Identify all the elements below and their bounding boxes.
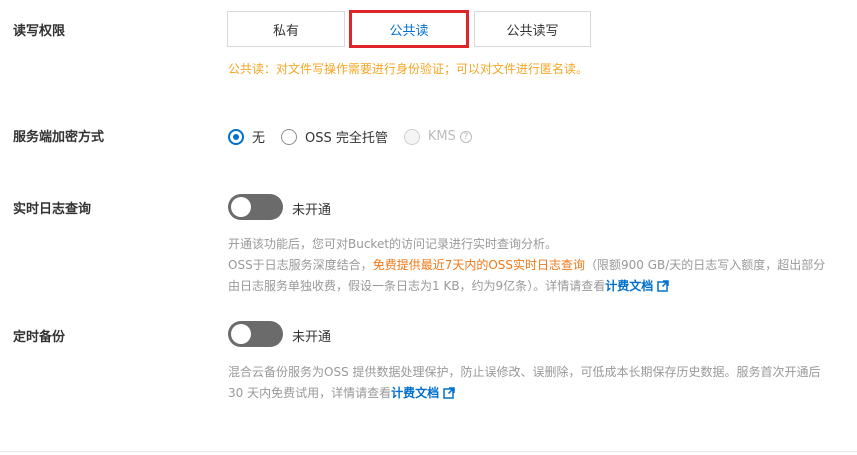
encryption-option-oss-label: OSS 完全托管 bbox=[305, 131, 388, 146]
encryption-option-kms: KMS ? bbox=[403, 128, 472, 145]
encryption-option-kms-label: KMS bbox=[427, 129, 456, 144]
section-divider bbox=[0, 451, 857, 452]
backup-description: 混合云备份服务为OSS 提供数据处理保护，防止误修改、误删除，可低成本长期保存历… bbox=[228, 362, 833, 404]
encryption-option-none[interactable]: 无 bbox=[228, 127, 265, 146]
acl-label: 读写权限 bbox=[13, 24, 66, 39]
switch-knob bbox=[231, 324, 251, 344]
realtime-log-description: 开通该功能后，您可对Bucket的访问记录进行实时查询分析。 OSS于日志服务深… bbox=[228, 234, 833, 297]
acl-public-read-button[interactable]: 公共读 bbox=[349, 10, 469, 48]
external-link-icon[interactable] bbox=[657, 280, 669, 292]
encryption-option-oss-managed[interactable]: OSS 完全托管 bbox=[281, 127, 388, 146]
realtime-log-switch[interactable] bbox=[228, 194, 283, 220]
external-link-icon[interactable] bbox=[443, 387, 455, 399]
radio-disabled-icon bbox=[403, 128, 420, 145]
backup-desc-text: 混合云备份服务为OSS 提供数据处理保护，防止误修改、误删除，可低成本长期保存历… bbox=[228, 365, 821, 400]
realtime-log-pricing-link[interactable]: 计费文档 bbox=[605, 279, 653, 293]
realtime-log-free-highlight: 免费提供最近7天内的OSS实时日志查询 bbox=[372, 258, 586, 272]
backup-switch[interactable] bbox=[228, 321, 283, 347]
encryption-option-none-label: 无 bbox=[252, 131, 266, 146]
acl-hint: 公共读：对文件写操作需要进行身份验证；可以对文件进行匿名读。 bbox=[228, 62, 589, 76]
realtime-log-desc-line1: 开通该功能后，您可对Bucket的访问记录进行实时查询分析。 bbox=[228, 237, 558, 251]
radio-checked-icon[interactable] bbox=[228, 128, 244, 145]
realtime-log-status: 未开通 bbox=[292, 203, 332, 218]
backup-status: 未开通 bbox=[292, 330, 332, 345]
question-circle-icon[interactable]: ? bbox=[459, 130, 472, 143]
acl-public-read-write-button[interactable]: 公共读写 bbox=[474, 11, 591, 47]
acl-private-button[interactable]: 私有 bbox=[227, 11, 345, 47]
radio-unchecked-icon[interactable] bbox=[281, 128, 298, 145]
encryption-radio-group: 无 OSS 完全托管 KMS ? bbox=[228, 127, 488, 146]
realtime-log-desc-prefix: OSS于日志服务深度结合， bbox=[228, 258, 373, 272]
switch-knob bbox=[231, 197, 251, 217]
realtime-log-desc-body: OSS于日志服务深度结合，免费提供最近7天内的OSS实时日志查询（限额900 G… bbox=[228, 255, 833, 297]
realtime-log-label: 实时日志查询 bbox=[13, 202, 92, 217]
encryption-label: 服务端加密方式 bbox=[13, 130, 105, 145]
backup-pricing-link[interactable]: 计费文档 bbox=[391, 386, 439, 400]
backup-label: 定时备份 bbox=[13, 330, 66, 345]
